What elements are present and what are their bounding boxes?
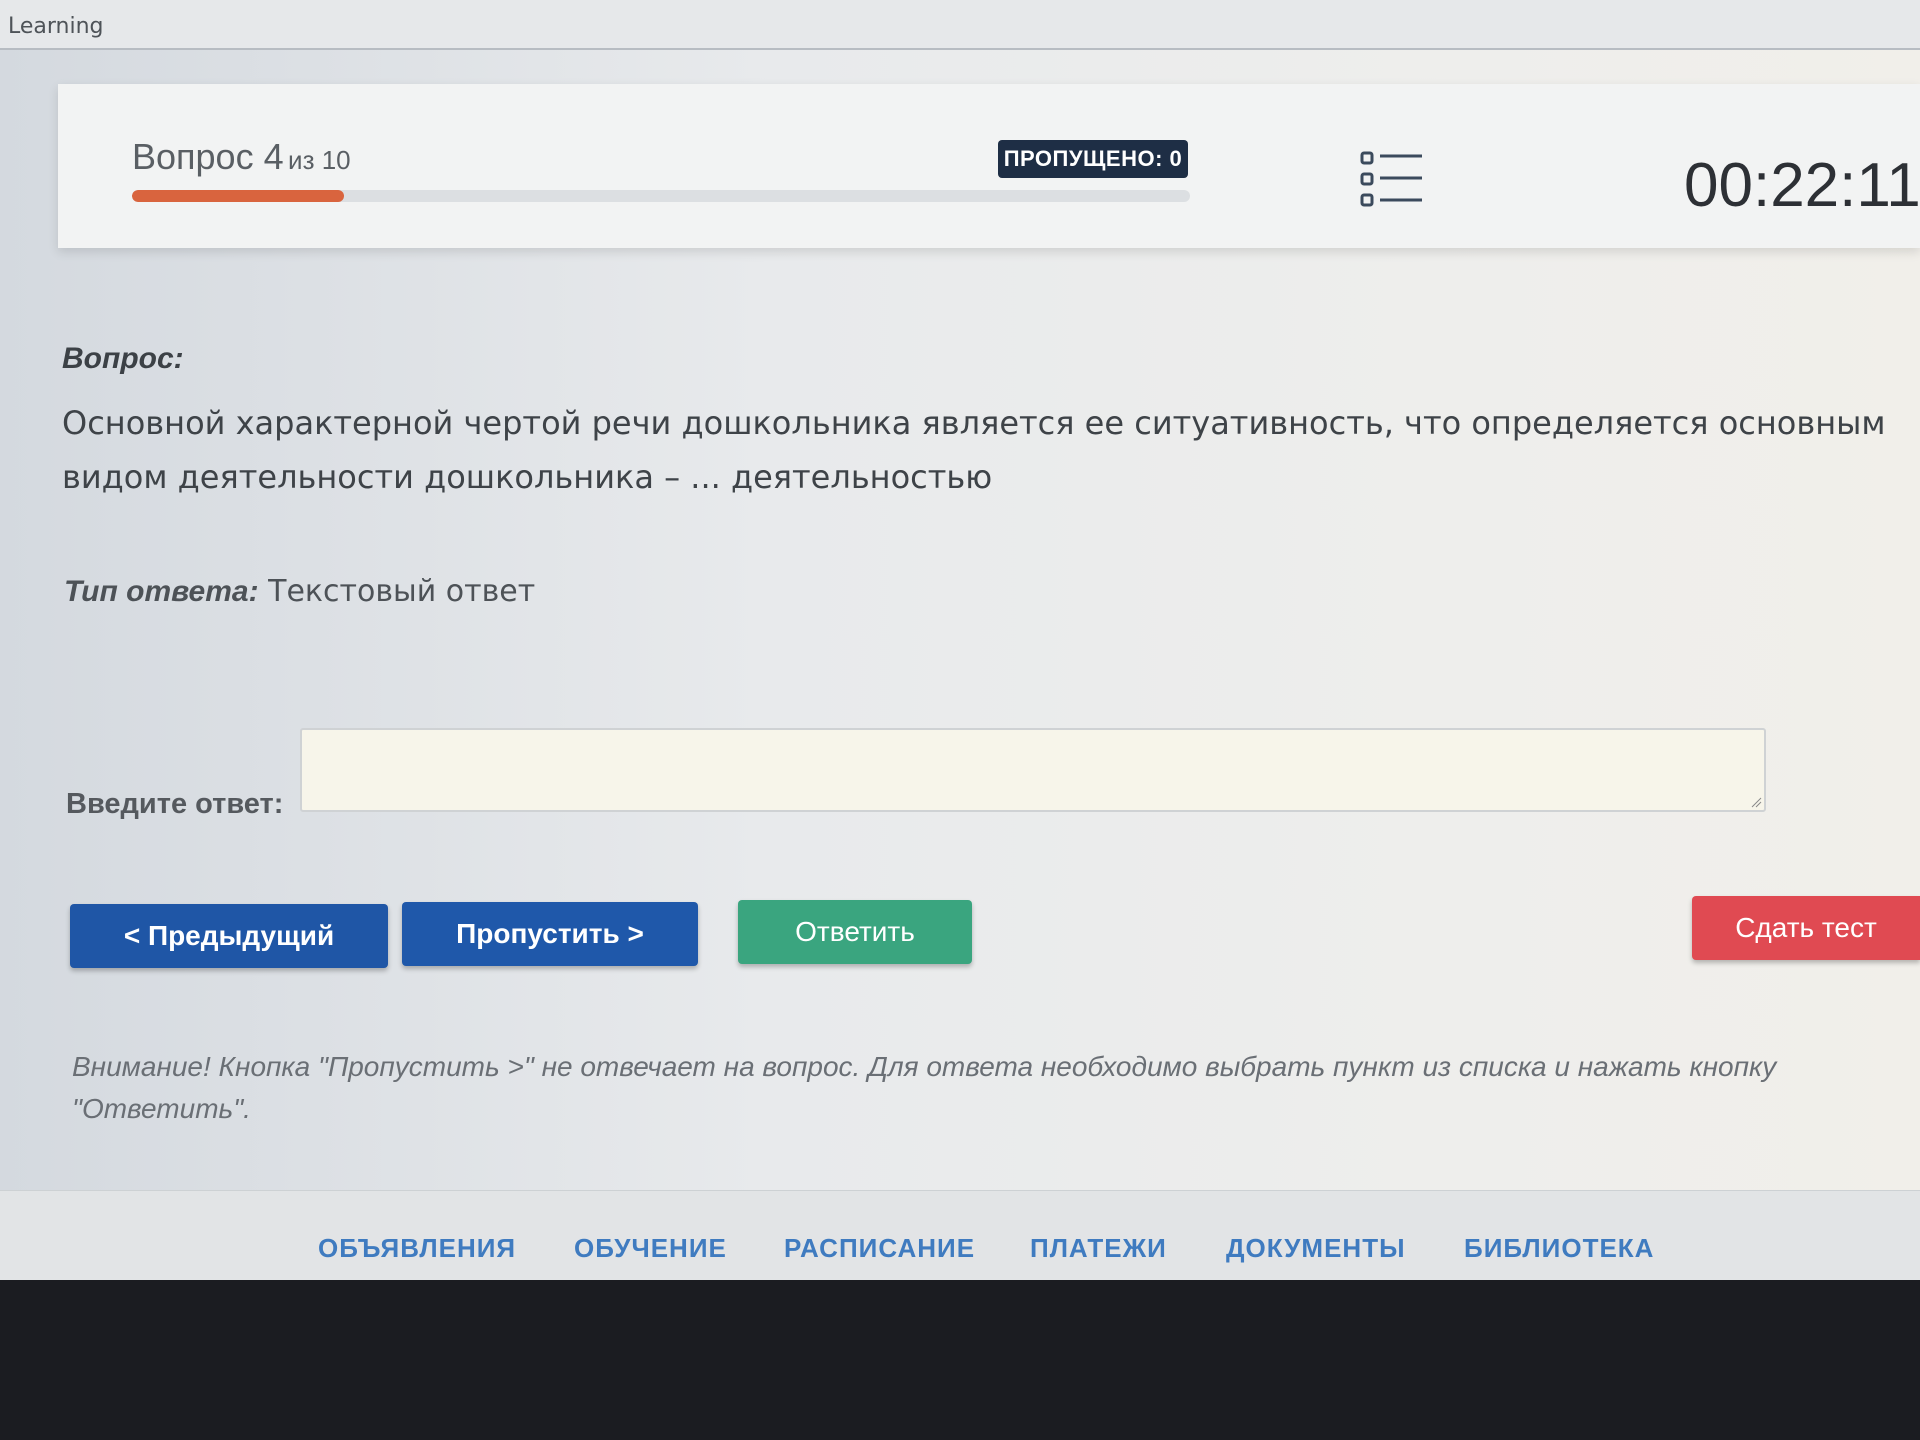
answer-input[interactable] xyxy=(300,728,1766,812)
question-counter: Вопрос 4 из 10 xyxy=(132,136,351,178)
skipped-badge: ПРОПУЩЕНО: 0 xyxy=(998,140,1188,178)
top-bar: Learning xyxy=(0,0,1920,50)
app-screen: Learning Вопрос 4 из 10 ПРОПУЩЕНО: 0 00:… xyxy=(0,0,1920,1280)
resize-grip-icon[interactable] xyxy=(1750,796,1762,808)
question-label: Вопрос: xyxy=(62,342,184,375)
question-total: из 10 xyxy=(288,145,351,175)
progress-bar xyxy=(132,190,1190,202)
nav-schedule[interactable]: РАСПИСАНИЕ xyxy=(784,1233,975,1264)
previous-button[interactable]: < Предыдущий xyxy=(70,904,388,968)
nav-learning[interactable]: ОБУЧЕНИЕ xyxy=(574,1233,727,1264)
list-icon[interactable] xyxy=(1360,150,1424,208)
answer-type: Тип ответа: Текстовый ответ xyxy=(64,574,535,609)
answer-type-label: Тип ответа: xyxy=(64,575,259,608)
nav-announcements[interactable]: ОБЪЯВЛЕНИЯ xyxy=(318,1233,516,1264)
answer-button[interactable]: Ответить xyxy=(738,900,972,964)
app-title: Learning xyxy=(8,14,104,39)
nav-library[interactable]: БИБЛИОТЕКА xyxy=(1464,1233,1654,1264)
quiz-header: Вопрос 4 из 10 ПРОПУЩЕНО: 0 00:22:11 xyxy=(58,84,1920,248)
warning-note: Внимание! Кнопка "Пропустить >" не отвеч… xyxy=(72,1051,1777,1124)
nav-payments[interactable]: ПЛАТЕЖИ xyxy=(1030,1233,1167,1264)
monitor-bezel xyxy=(0,1280,1920,1440)
answer-label: Введите ответ: xyxy=(66,788,284,820)
bottom-nav: ОБЪЯВЛЕНИЯ ОБУЧЕНИЕ РАСПИСАНИЕ ПЛАТЕЖИ Д… xyxy=(0,1190,1920,1280)
question-number: Вопрос 4 xyxy=(132,136,284,177)
nav-documents[interactable]: ДОКУМЕНТЫ xyxy=(1226,1233,1406,1264)
timer: 00:22:11 xyxy=(1684,151,1920,220)
progress-fill xyxy=(132,190,344,202)
answer-type-value: Текстовый ответ xyxy=(268,574,536,609)
submit-test-button[interactable]: Сдать тест xyxy=(1692,896,1920,960)
question-text: Основной характерной чертой речи дошколь… xyxy=(62,404,1886,496)
skip-button[interactable]: Пропустить > xyxy=(402,902,698,966)
